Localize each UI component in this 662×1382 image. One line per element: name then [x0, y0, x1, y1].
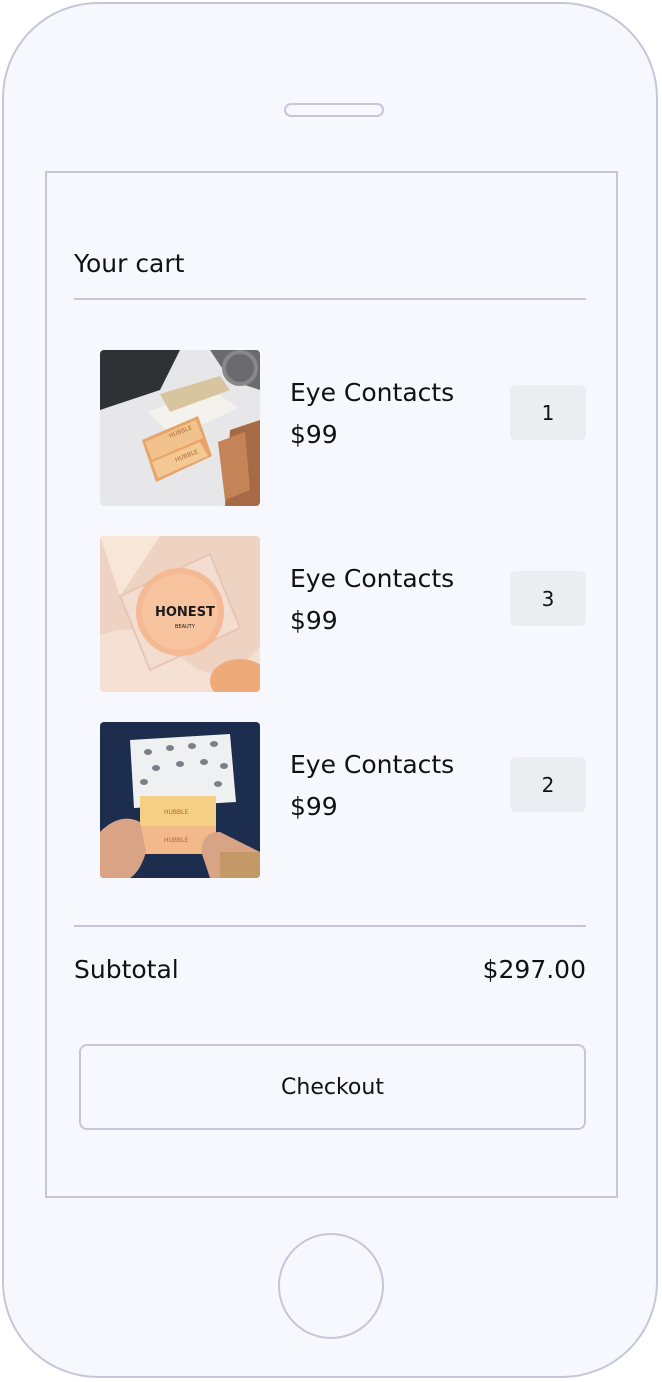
item-name: Eye Contacts: [290, 564, 455, 593]
cart-item[interactable]: HONEST BEAUTY Eye Contacts $99 3: [100, 536, 590, 692]
subtotal-value: $297.00: [482, 955, 586, 984]
hubble-contacts-box-image: HUBBLE HUBBLE: [100, 350, 260, 506]
product-image: HUBBLE HUBBLE: [100, 350, 260, 506]
quantity-field[interactable]: 1: [510, 385, 586, 440]
cart-title: Your cart: [74, 249, 185, 278]
item-name: Eye Contacts: [290, 750, 455, 779]
svg-text:HONEST: HONEST: [155, 605, 215, 620]
svg-text:HUBBLE: HUBBLE: [164, 837, 188, 844]
cart-item[interactable]: HUBBLE HUBBLE Eye Contacts $99 2: [100, 722, 590, 878]
header-divider: [74, 298, 586, 300]
phone-frame: Your cart HUBBLE HUBBLE Eye Contacts $99…: [2, 2, 658, 1378]
product-image: HONEST BEAUTY: [100, 536, 260, 692]
honest-beauty-compact-image: HONEST BEAUTY: [100, 536, 260, 692]
cart-screen: Your cart HUBBLE HUBBLE Eye Contacts $99…: [45, 171, 618, 1198]
speaker-slot: [284, 103, 384, 117]
svg-text:HUBBLE: HUBBLE: [164, 809, 188, 816]
cart-item[interactable]: HUBBLE HUBBLE Eye Contacts $99 1: [100, 350, 590, 506]
item-price: $99: [290, 606, 338, 635]
home-button[interactable]: [278, 1233, 384, 1339]
hubble-box-in-hands-image: HUBBLE HUBBLE: [100, 722, 260, 878]
item-price: $99: [290, 420, 338, 449]
product-image: HUBBLE HUBBLE: [100, 722, 260, 878]
item-price: $99: [290, 792, 338, 821]
subtotal-divider: [74, 925, 586, 927]
subtotal-label: Subtotal: [74, 955, 179, 984]
quantity-field[interactable]: 3: [510, 571, 586, 626]
svg-text:BEAUTY: BEAUTY: [175, 624, 196, 630]
item-name: Eye Contacts: [290, 378, 455, 407]
checkout-button[interactable]: Checkout: [79, 1044, 586, 1130]
quantity-field[interactable]: 2: [510, 757, 586, 812]
